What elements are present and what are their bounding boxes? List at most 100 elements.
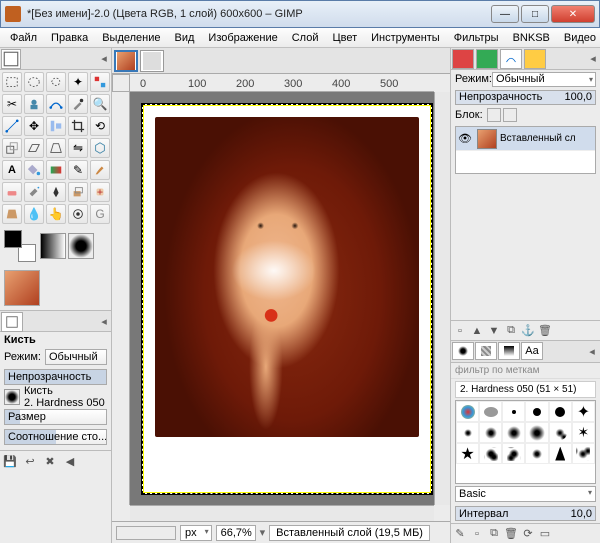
flip-tool[interactable]: ⇋ — [68, 138, 88, 158]
dodge-tool[interactable] — [68, 204, 88, 224]
brush-item[interactable] — [502, 401, 525, 422]
ruler-corner[interactable] — [112, 74, 130, 92]
layers-tab[interactable] — [452, 49, 474, 69]
edit-brush-icon[interactable]: ✎ — [453, 527, 467, 541]
dock-menu-icon[interactable]: ◂ — [586, 48, 600, 69]
ellipse-select-tool[interactable] — [24, 72, 44, 92]
channels-tab[interactable] — [476, 49, 498, 69]
align-tool[interactable] — [46, 116, 66, 136]
delete-layer-icon[interactable]: 🗑 — [538, 324, 552, 338]
brush-item[interactable] — [479, 401, 502, 422]
brush-item[interactable]: ✶ — [572, 422, 595, 443]
layer-mode-combo[interactable]: Обычный — [492, 72, 596, 87]
pencil-tool[interactable]: ✎ — [68, 160, 88, 180]
delete-preset-icon[interactable]: ✖ — [42, 454, 58, 470]
patterns-tab[interactable] — [475, 342, 497, 360]
lock-alpha-toggle[interactable] — [503, 108, 517, 122]
reset-icon[interactable]: ◀ — [62, 454, 78, 470]
menu-select[interactable]: Выделение — [96, 30, 166, 46]
brush-item[interactable] — [525, 422, 548, 443]
navigation-icon[interactable] — [434, 505, 450, 521]
scale-tool[interactable] — [2, 138, 22, 158]
lower-layer-icon[interactable]: ▼ — [487, 324, 501, 338]
brush-item[interactable]: ★ — [456, 443, 479, 464]
brush-item[interactable]: ✦ — [572, 401, 595, 422]
minimize-button[interactable]: — — [491, 5, 519, 23]
brush-icon[interactable] — [4, 389, 20, 405]
image-tab-1[interactable] — [114, 50, 138, 72]
bucket-fill-tool[interactable] — [24, 160, 44, 180]
smudge-tool[interactable]: 👆 — [46, 204, 66, 224]
anchor-layer-icon[interactable]: ⚓ — [521, 324, 535, 338]
blur-tool[interactable]: 💧 — [24, 204, 44, 224]
toolbox-tab[interactable] — [1, 49, 21, 69]
airbrush-tool[interactable] — [24, 182, 44, 202]
menu-filters[interactable]: Фильтры — [448, 30, 505, 46]
ruler-horizontal[interactable]: 0 100 200 300 400 500 — [130, 74, 434, 92]
visibility-icon[interactable]: 👁 — [456, 132, 474, 145]
aspect-slider[interactable]: Соотношение сто... — [4, 429, 107, 445]
zoom-dropdown-icon[interactable]: ▾ — [260, 526, 266, 539]
text-tool[interactable]: A — [2, 160, 22, 180]
brushes-tab[interactable] — [452, 342, 474, 360]
close-button[interactable]: ✕ — [551, 5, 595, 23]
brush-item[interactable] — [502, 422, 525, 443]
rect-select-tool[interactable] — [2, 72, 22, 92]
brush-item[interactable] — [549, 401, 572, 422]
blend-tool[interactable] — [46, 160, 66, 180]
opacity-slider[interactable]: Непрозрачность — [4, 369, 107, 385]
scrollbar-horizontal[interactable] — [130, 505, 434, 521]
brush-item[interactable] — [479, 422, 502, 443]
brush-item[interactable] — [456, 401, 479, 422]
free-select-tool[interactable] — [46, 72, 66, 92]
brush-item[interactable] — [549, 443, 572, 464]
undo-history-tab[interactable] — [524, 49, 546, 69]
layer-name[interactable]: Вставленный сл — [500, 133, 576, 144]
mode-combo[interactable]: Обычный — [45, 349, 107, 365]
rotate-tool[interactable]: ⟲ — [90, 116, 110, 136]
dock-menu-icon[interactable]: ◂ — [97, 48, 111, 69]
layer-row[interactable]: 👁 Вставленный сл — [456, 127, 595, 151]
move-tool[interactable]: ✥ — [24, 116, 44, 136]
image-thumbnail[interactable] — [4, 270, 40, 306]
active-brush-preview[interactable] — [68, 233, 94, 259]
duplicate-layer-icon[interactable]: ⧉ — [504, 324, 518, 338]
perspective-tool[interactable] — [46, 138, 66, 158]
fg-color-swatch[interactable] — [4, 230, 22, 248]
scissors-tool[interactable]: ✂ — [2, 94, 22, 114]
by-color-select-tool[interactable] — [90, 72, 110, 92]
save-preset-icon[interactable]: 💾 — [2, 454, 18, 470]
eraser-tool[interactable] — [2, 182, 22, 202]
ruler-vertical[interactable] — [112, 92, 130, 505]
paintbrush-tool[interactable] — [90, 160, 110, 180]
size-slider[interactable]: Размер — [4, 409, 107, 425]
ink-tool[interactable] — [46, 182, 66, 202]
brush-item[interactable] — [525, 443, 548, 464]
paths-tool[interactable] — [46, 94, 66, 114]
image-tab-2[interactable] — [140, 50, 164, 72]
color-picker-tool[interactable] — [68, 94, 88, 114]
brush-item[interactable] — [525, 401, 548, 422]
clone-tool[interactable] — [68, 182, 88, 202]
brush-item[interactable] — [479, 443, 502, 464]
layer-opacity-slider[interactable]: Непрозрачность100,0 — [455, 90, 596, 105]
canvas[interactable] — [130, 92, 434, 505]
menu-image[interactable]: Изображение — [202, 30, 283, 46]
open-as-image-icon[interactable]: ▭ — [538, 527, 552, 541]
menu-file[interactable]: Файл — [4, 30, 43, 46]
shear-tool[interactable] — [24, 138, 44, 158]
filter-field[interactable]: фильтр по меткам — [451, 363, 600, 379]
active-gradient[interactable] — [40, 233, 66, 259]
zoom-tool[interactable]: 🔍 — [90, 94, 110, 114]
dock-menu-icon[interactable]: ◂ — [585, 342, 599, 361]
refresh-brushes-icon[interactable]: ⟳ — [521, 527, 535, 541]
paths-tab[interactable] — [500, 49, 522, 69]
lock-pixels-toggle[interactable] — [487, 108, 501, 122]
brush-group-combo[interactable]: Basic — [455, 486, 596, 502]
perspective-clone-tool[interactable] — [2, 204, 22, 224]
foreground-select-tool[interactable] — [24, 94, 44, 114]
brush-grid[interactable]: ✦ ✶ ★ — [455, 400, 596, 484]
zoom-field[interactable]: 66,7% — [216, 525, 256, 541]
menu-bnksb[interactable]: BNKSB — [507, 30, 556, 46]
fg-bg-swatches[interactable] — [4, 230, 36, 262]
